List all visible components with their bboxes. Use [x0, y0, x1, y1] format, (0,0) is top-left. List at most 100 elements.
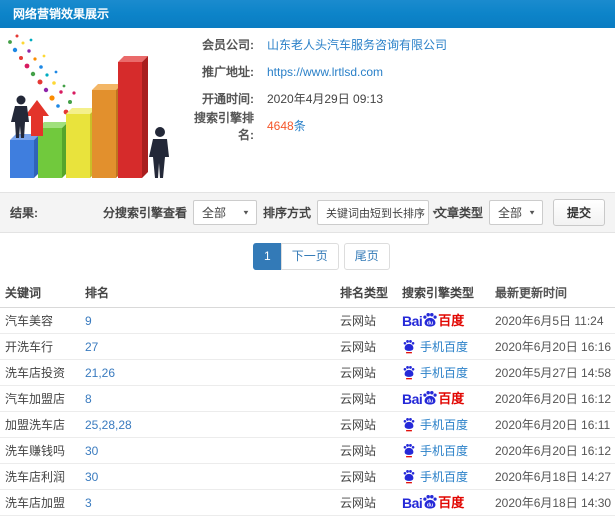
- rank-type-cell: 云网站: [340, 314, 377, 328]
- businessman-figure-right: [149, 127, 169, 178]
- engine-type-cell: Bai du 百度: [402, 390, 495, 408]
- last-page-button[interactable]: 尾页: [343, 243, 390, 270]
- engine-rank-row: 搜索引擎排名: 4648条: [180, 111, 615, 142]
- engine-rank-label: 搜索引擎排名:: [193, 110, 254, 142]
- update-time-cell: 2020年6月20日 16:12: [495, 392, 612, 406]
- company-label: 会员公司:: [202, 38, 254, 52]
- header-update-time: 最新更新时间: [495, 286, 568, 300]
- keyword-cell: 洗车店加盟: [5, 496, 66, 510]
- rank-cell[interactable]: 30: [85, 470, 340, 484]
- svg-text:du: du: [427, 320, 433, 326]
- rank-cell[interactable]: 30: [85, 444, 340, 458]
- rank-unit: 条: [293, 119, 306, 133]
- update-time-cell: 2020年6月20日 16:16: [495, 340, 612, 354]
- chevron-down-icon: ▼: [242, 208, 250, 217]
- baidu-logo: Bai du 百度: [402, 390, 465, 407]
- update-time-cell: 2020年6月20日 16:12: [495, 444, 612, 458]
- update-time-cell: 2020年6月18日 14:27: [495, 470, 612, 484]
- sort-mode-select[interactable]: 关键词由短到长排序 ▼: [316, 200, 439, 225]
- baidu-paw-icon: du: [423, 390, 437, 405]
- growth-chart-illustration: [8, 34, 169, 178]
- page-1-button[interactable]: 1: [253, 243, 282, 270]
- article-type-label: 文章类型: [434, 206, 483, 220]
- engine-view-selected-value: 全部: [201, 206, 226, 220]
- chevron-down-icon: ▼: [528, 208, 536, 217]
- rank-cell[interactable]: 9: [85, 314, 340, 328]
- engine-type-cell: 手机百度: [402, 442, 495, 459]
- table-row: 汽车加盟店 8 云网站 Bai du 百度 2020年6月20日 16:12: [0, 386, 615, 412]
- company-name-link[interactable]: 山东老人头汽车服务咨询有限公司: [267, 36, 447, 53]
- table-row: 汽车美容 9 云网站 Bai du 百度 2020年6月5日 11:24: [0, 308, 615, 334]
- pagination: 1 下一页 尾页: [253, 243, 615, 270]
- baidu-logo: Bai du 百度: [402, 312, 465, 329]
- promo-url-link[interactable]: https://www.lrtlsd.com: [267, 65, 383, 79]
- sort-mode-label: 排序方式: [262, 206, 311, 220]
- keyword-cell: 汽车美容: [5, 314, 54, 328]
- keyword-cell: 洗车店投资: [5, 366, 66, 380]
- keyword-cell: 开洗车行: [5, 340, 54, 354]
- baidu-paw-icon: du: [423, 312, 437, 327]
- keyword-cell: 加盟洗车店: [5, 418, 66, 432]
- rank-type-cell: 云网站: [340, 392, 377, 406]
- mobile-baidu-paw-icon: [403, 340, 415, 354]
- keyword-cell: 汽车加盟店: [5, 392, 66, 406]
- table-row: 洗车赚钱吗 30 云网站 手机百度 2020年6月20日 16:12: [0, 438, 615, 464]
- sort-mode-selected-value: 关键词由短到长排序: [325, 207, 425, 220]
- engine-type-cell: 手机百度: [402, 338, 495, 355]
- engine-view-label: 分搜索引擎查看: [102, 206, 187, 220]
- engine-view-select[interactable]: 全部 ▼: [192, 200, 257, 225]
- rank-cell[interactable]: 8: [85, 392, 340, 406]
- page-header: 网络营销效果展示: [0, 0, 615, 28]
- bar-chart-bars: [10, 56, 148, 178]
- company-info-list: 会员公司: 山东老人头汽车服务咨询有限公司 推广地址: https://www.…: [180, 28, 615, 192]
- result-label: 结果:: [10, 206, 38, 220]
- mobile-baidu-icon: 手机百度: [402, 468, 468, 485]
- promo-url-row: 推广地址: https://www.lrtlsd.com: [180, 58, 615, 85]
- header-keyword: 关键词: [5, 286, 42, 300]
- engine-type-cell: 手机百度: [402, 416, 495, 433]
- mobile-baidu-paw-icon: [403, 444, 415, 458]
- rank-type-cell: 云网站: [340, 366, 377, 380]
- rank-cell[interactable]: 27: [85, 340, 340, 354]
- engine-type-cell: 手机百度: [402, 364, 495, 381]
- page-title: 网络营销效果展示: [13, 7, 110, 21]
- businessman-figure-left: [11, 95, 29, 138]
- keyword-cell: 洗车店利润: [5, 470, 66, 484]
- table-body: 汽车美容 9 云网站 Bai du 百度 2020年6月5日 11:24 开洗车…: [0, 308, 615, 516]
- table-row: 加盟洗车店 25,28,28 云网站 手机百度 2020年6月20日 16:11: [0, 412, 615, 438]
- table-header-row: 关键词 排名 排名类型 搜索引擎类型 最新更新时间: [0, 278, 615, 308]
- engine-rank-value: 4648条: [267, 117, 306, 134]
- filter-bar: 结果: 分搜索引擎查看 全部 ▼ 排序方式 关键词由短到长排序 ▼ 文章类型 全…: [0, 192, 615, 233]
- article-type-select[interactable]: 全部 ▼: [488, 200, 543, 225]
- table-row: 洗车店投资 21,26 云网站 手机百度 2020年5月27日 14:58: [0, 360, 615, 386]
- header-rank: 排名: [85, 286, 110, 300]
- mobile-baidu-icon: 手机百度: [402, 364, 468, 381]
- mobile-baidu-icon: 手机百度: [402, 442, 468, 459]
- results-table: 关键词 排名 排名类型 搜索引擎类型 最新更新时间 汽车美容 9 云网站 Bai…: [0, 278, 615, 516]
- table-row: 洗车店利润 30 云网站 手机百度 2020年6月18日 14:27: [0, 464, 615, 490]
- mobile-baidu-paw-icon: [403, 418, 415, 432]
- engine-type-cell: 手机百度: [402, 468, 495, 485]
- svg-text:du: du: [427, 398, 433, 404]
- table-row: 开洗车行 27 云网站 手机百度 2020年6月20日 16:16: [0, 334, 615, 360]
- article-type-selected-value: 全部: [497, 206, 522, 220]
- filter-controls: 分搜索引擎查看 全部 ▼ 排序方式 关键词由短到长排序 ▼ 文章类型 全部 ▼ …: [103, 199, 605, 226]
- submit-button[interactable]: 提交: [552, 199, 605, 226]
- rank-cell[interactable]: 25,28,28: [85, 418, 340, 432]
- opened-time-value: 2020年4月29日 09:13: [267, 92, 384, 106]
- rank-cell[interactable]: 21,26: [85, 366, 340, 380]
- update-time-cell: 2020年5月27日 14:58: [495, 366, 612, 380]
- rank-type-cell: 云网站: [340, 444, 377, 458]
- next-page-button[interactable]: 下一页: [280, 243, 339, 270]
- svg-text:du: du: [427, 502, 433, 508]
- engine-type-cell: Bai du 百度: [402, 494, 495, 512]
- header-engine-type: 搜索引擎类型: [402, 286, 475, 300]
- update-time-cell: 2020年6月5日 11:24: [495, 314, 604, 328]
- rank-type-cell: 云网站: [340, 470, 377, 484]
- rank-type-cell: 云网站: [340, 496, 377, 510]
- header-rank-type: 排名类型: [340, 286, 389, 300]
- engine-type-cell: Bai du 百度: [402, 312, 495, 330]
- mobile-baidu-icon: 手机百度: [402, 416, 468, 433]
- rank-cell[interactable]: 3: [85, 496, 340, 510]
- mobile-baidu-paw-icon: [403, 470, 415, 484]
